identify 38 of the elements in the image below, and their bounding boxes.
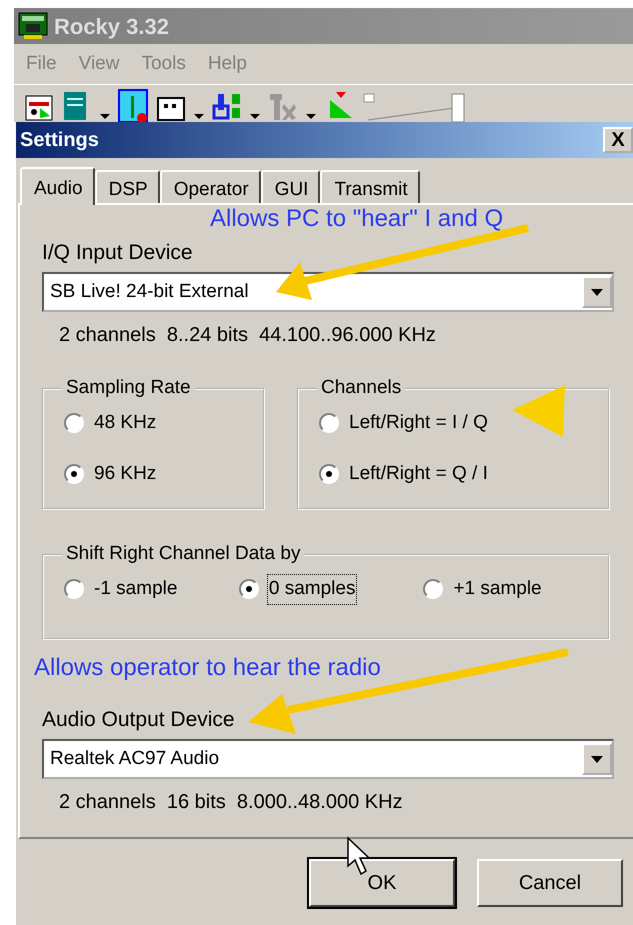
field-label: Audio Output Device xyxy=(42,706,236,733)
group-title: Shift Right Channel Data by xyxy=(62,543,304,566)
close-button[interactable]: X xyxy=(603,127,633,153)
field-label: I/Q Input Device xyxy=(42,240,194,266)
radio-label[interactable]: 48 KHz xyxy=(92,408,158,439)
caret-icon xyxy=(591,756,603,763)
radio-label[interactable]: 0 samples xyxy=(266,574,358,605)
radio-button[interactable] xyxy=(423,579,444,600)
tab[interactable]: Operator xyxy=(160,170,261,203)
radio-button[interactable] xyxy=(319,464,339,484)
tab[interactable]: DSP xyxy=(94,170,160,203)
annotation-text: Allows operator to hear the radio xyxy=(34,654,382,682)
radio-button[interactable] xyxy=(319,413,339,434)
annotation-text: Allows PC to "hear" I and Q xyxy=(210,205,504,233)
dialog-button[interactable]: OK xyxy=(309,859,455,907)
radio-button[interactable] xyxy=(238,579,259,600)
caret-icon xyxy=(591,288,603,296)
radio-button[interactable] xyxy=(64,464,84,484)
radio-label[interactable]: Left/Right = Q / I xyxy=(347,458,490,490)
window-title: Rocky 3.32 xyxy=(54,12,169,41)
dialog-button[interactable]: Cancel xyxy=(477,859,623,907)
radio-button[interactable] xyxy=(64,413,84,434)
radio-label[interactable]: Left/Right = I / Q xyxy=(347,408,490,439)
arrowhead-marker xyxy=(512,385,565,437)
radio-label[interactable]: 96 KHz xyxy=(92,458,158,490)
radio-label[interactable]: +1 sample xyxy=(451,574,544,605)
dialog-title: Settings xyxy=(20,128,99,153)
app-icon xyxy=(18,12,48,40)
input-device-dropdown[interactable]: SB Live! 24-bit External xyxy=(42,272,614,312)
tab[interactable]: Transmit xyxy=(320,170,420,203)
device-info: 2 channels 8..24 bits 44.100..96.000 KHz xyxy=(59,323,437,348)
radio-button[interactable] xyxy=(64,579,84,600)
device-info: 2 channels 16 bits 8.000..48.000 KHz xyxy=(59,790,404,816)
tab[interactable]: Audio xyxy=(20,167,95,205)
group-title: Sampling Rate xyxy=(62,377,195,400)
output-device-dropdown[interactable]: Realtek AC97 Audio xyxy=(42,739,614,780)
tab[interactable]: GUI xyxy=(260,170,320,203)
radio-label[interactable]: -1 sample xyxy=(92,574,180,605)
